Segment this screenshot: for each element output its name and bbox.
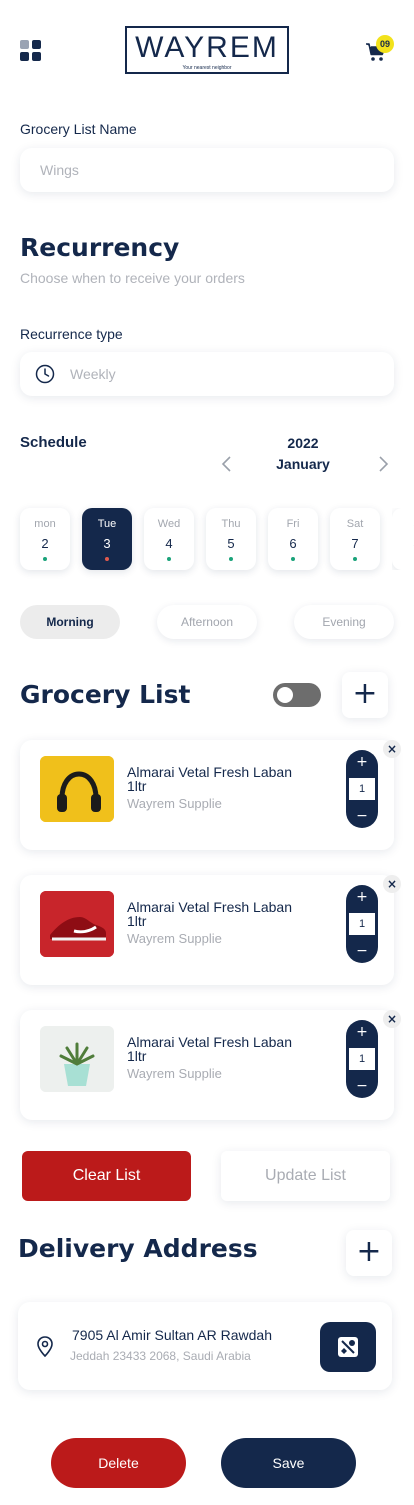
day-name: S [392, 518, 414, 530]
decrement-button[interactable]: − [346, 943, 378, 959]
recurrency-subtitle: Choose when to receive your orders [20, 270, 245, 286]
cart-count-badge: 09 [376, 35, 394, 53]
clear-list-button[interactable]: Clear List [22, 1151, 191, 1201]
delivery-address-title: Delivery Address [18, 1234, 258, 1263]
day-name: mon [34, 518, 56, 530]
location-pin-icon [36, 1336, 54, 1362]
increment-button[interactable]: + [346, 889, 378, 905]
item-title: Almarai Vetal Fresh Laban 1ltr [127, 1034, 292, 1064]
grocery-name-input[interactable]: Wings [20, 148, 394, 192]
day-number: 8 [392, 536, 414, 551]
day-number: 5 [227, 536, 235, 551]
schedule-label: Schedule [20, 434, 87, 451]
logo-tagline: Your nearest neighbor [182, 65, 232, 71]
map-button[interactable] [320, 1322, 376, 1372]
day-dot [167, 557, 171, 561]
logo: WAYREM Your nearest neighbor [125, 26, 289, 74]
recurrence-type-label: Recurrence type [20, 326, 123, 342]
day-name: Thu [221, 518, 241, 530]
day-number: 3 [103, 536, 111, 551]
plant-image [40, 1026, 114, 1092]
quantity-stepper[interactable]: + 1 − [346, 1020, 378, 1098]
logo-text: WAYREM [135, 31, 279, 64]
quantity-stepper[interactable]: + 1 − [346, 885, 378, 963]
clock-icon [35, 364, 55, 388]
headphones-image [40, 756, 114, 822]
increment-button[interactable]: + [346, 1024, 378, 1040]
decrement-button[interactable]: − [346, 1078, 378, 1094]
grocery-list-title: Grocery List [20, 680, 191, 709]
remove-item-button[interactable]: × [383, 875, 401, 893]
remove-item-button[interactable]: × [383, 1010, 401, 1028]
grocery-list-toggle[interactable] [273, 683, 321, 707]
plus-icon: + [356, 1234, 382, 1269]
add-address-button[interactable]: + [346, 1230, 392, 1276]
day-number: 2 [41, 536, 49, 551]
item-title: Almarai Vetal Fresh Laban 1ltr [127, 764, 292, 794]
grocery-item-card: Almarai Vetal Fresh Laban 1ltr Wayrem Su… [20, 875, 394, 985]
day-card-clipped[interactable]: S 8 [392, 508, 414, 570]
sneaker-image [40, 891, 114, 957]
day-dot [229, 557, 233, 561]
add-item-button[interactable]: + [342, 672, 388, 718]
menu-grid-icon[interactable] [20, 40, 42, 61]
increment-button[interactable]: + [346, 754, 378, 770]
delete-button[interactable]: Delete [51, 1438, 186, 1488]
grocery-item-card: Almarai Vetal Fresh Laban 1ltr Wayrem Su… [20, 1010, 394, 1120]
recurrency-title: Recurrency [20, 233, 180, 262]
day-name: Tue [97, 518, 117, 530]
item-title: Almarai Vetal Fresh Laban 1ltr [127, 899, 292, 929]
map-icon [336, 1335, 360, 1363]
day-card[interactable]: Thu 5 [206, 508, 256, 570]
schedule-year: 2022 [287, 435, 319, 451]
update-list-button[interactable]: Update List [221, 1151, 390, 1201]
slot-evening[interactable]: Evening [294, 605, 394, 639]
plus-icon: + [352, 676, 378, 711]
day-card[interactable]: Sat 7 [330, 508, 380, 570]
slot-morning[interactable]: Morning [20, 605, 120, 639]
item-supplier: Wayrem Supplie [127, 931, 222, 946]
quantity-stepper[interactable]: + 1 − [346, 750, 378, 828]
grocery-name-label: Grocery List Name [20, 121, 137, 137]
day-card[interactable]: Fri 6 [268, 508, 318, 570]
grocery-item-card: Almarai Vetal Fresh Laban 1ltr Wayrem Su… [20, 740, 394, 850]
day-number: 4 [165, 536, 173, 551]
day-card[interactable]: mon 2 [20, 508, 70, 570]
day-name: Wed [157, 518, 181, 530]
quantity-value[interactable]: 1 [349, 1048, 375, 1070]
day-card-selected[interactable]: Tue 3 [82, 508, 132, 570]
slot-afternoon[interactable]: Afternoon [157, 605, 257, 639]
prev-month-button[interactable] [220, 455, 234, 477]
remove-item-button[interactable]: × [383, 740, 401, 758]
address-card[interactable]: 7905 Al Amir Sultan AR Rawdah Jeddah 234… [18, 1302, 392, 1390]
day-dot [105, 557, 109, 561]
day-dot [353, 557, 357, 561]
day-name: Fri [286, 518, 300, 530]
recurrence-type-value: Weekly [70, 366, 116, 382]
decrement-button[interactable]: − [346, 808, 378, 824]
day-number: 7 [351, 536, 359, 551]
quantity-value[interactable]: 1 [349, 913, 375, 935]
address-line2: Jeddah 23433 2068, Saudi Arabia [70, 1349, 251, 1363]
day-number: 6 [289, 536, 297, 551]
next-month-button[interactable] [376, 455, 390, 477]
recurrence-type-select[interactable]: Weekly [20, 352, 394, 396]
quantity-value[interactable]: 1 [349, 778, 375, 800]
day-name: Sat [346, 518, 364, 530]
save-button[interactable]: Save [221, 1438, 356, 1488]
item-supplier: Wayrem Supplie [127, 1066, 222, 1081]
day-card[interactable]: Wed 4 [144, 508, 194, 570]
item-supplier: Wayrem Supplie [127, 796, 222, 811]
day-dot [291, 557, 295, 561]
schedule-month: January [276, 456, 330, 472]
address-line1: 7905 Al Amir Sultan AR Rawdah [72, 1327, 273, 1343]
day-dot [43, 557, 47, 561]
